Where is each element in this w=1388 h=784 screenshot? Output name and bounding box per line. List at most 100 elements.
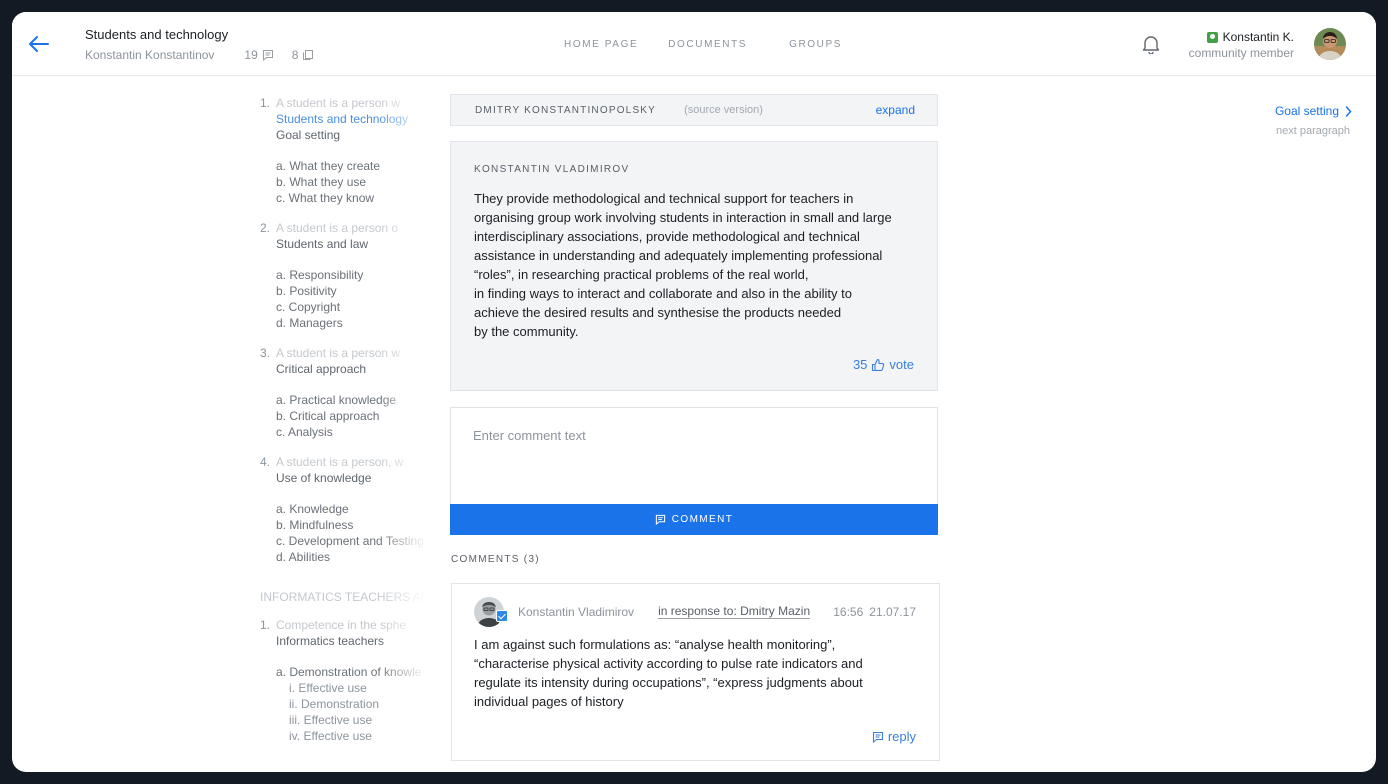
toc-topic[interactable]: Informatics teachers xyxy=(260,633,428,649)
toc-item[interactable]: a. What they create xyxy=(260,158,428,174)
in-response-link[interactable]: in response to: Dmitry Mazin xyxy=(658,605,811,619)
toc-inner: 1. A student is a person w Students and t… xyxy=(260,95,428,758)
proposal-author: KONSTANTIN VLADIMIROV xyxy=(474,164,630,175)
commenter-name[interactable]: Konstantin Vladimirov xyxy=(518,605,634,619)
toc-section: 1. A student is a person w Students and t… xyxy=(260,95,428,206)
toc-section-lead[interactable]: 4. A student is a person, w xyxy=(260,454,428,470)
next-paragraph-caption: next paragraph xyxy=(1276,125,1350,137)
toc-item[interactable]: a. Knowledge xyxy=(260,501,428,517)
chevron-right-icon xyxy=(1345,105,1352,117)
toc-number: 2. xyxy=(260,221,271,235)
comment-button-label: COMMENT xyxy=(671,514,734,525)
reply-label: reply xyxy=(887,729,916,744)
document-title: Students and technology xyxy=(85,27,229,42)
toc-item[interactable]: a. Responsibility xyxy=(260,267,428,283)
comment-text: I am against such formulations as: “anal… xyxy=(474,637,863,709)
bell-icon[interactable] xyxy=(1142,34,1160,54)
toc-group-heading[interactable]: INFORMATICS TEACHERS AN xyxy=(260,589,428,605)
source-version-bar: DMITRY KONSTANTINOPOLSKY (source version… xyxy=(450,94,938,126)
reply-button[interactable]: reply xyxy=(872,729,916,744)
toc-subitem[interactable]: i. Effective use xyxy=(260,680,428,696)
nav-groups[interactable]: GROUPS xyxy=(789,39,842,50)
toc-topic[interactable]: Critical approach xyxy=(260,361,428,377)
toc-item[interactable]: d. Abilities xyxy=(260,549,428,565)
vote-count: 35 xyxy=(852,357,868,372)
toc-item[interactable]: c. Copyright xyxy=(260,299,428,315)
comment-count: 19 xyxy=(244,48,273,62)
toc-subitem[interactable]: ii. Demonstration xyxy=(260,696,428,712)
toc-topic-active[interactable]: Students and technology xyxy=(260,111,428,127)
reply-icon xyxy=(872,731,883,743)
comment-header: Konstantin Vladimirov in response to: Dm… xyxy=(474,597,916,627)
toc-number: 4. xyxy=(260,455,271,469)
toc-section: 3. A student is a person w Critical appro… xyxy=(260,345,428,440)
table-of-contents: 1. A student is a person w Students and t… xyxy=(260,95,428,758)
toc-section: 1. Competence in the sphe Informatics tea… xyxy=(260,617,428,744)
toc-gap xyxy=(260,579,428,589)
toc-gap xyxy=(260,252,428,267)
toc-item[interactable]: b. Mindfulness xyxy=(260,517,428,533)
toc-topic[interactable]: Use of knowledge xyxy=(260,470,428,486)
comment-input[interactable] xyxy=(473,428,915,488)
toc-gap xyxy=(260,377,428,392)
toc-item[interactable]: d. Managers xyxy=(260,315,428,331)
toc-item[interactable]: c. Analysis xyxy=(260,424,428,440)
nav-documents[interactable]: DOCUMENTS xyxy=(668,39,747,50)
document-author: Konstantin Konstantinov xyxy=(85,48,215,62)
expand-link[interactable]: expand xyxy=(876,103,915,117)
user-role: community member xyxy=(1188,46,1294,60)
toc-number: 1. xyxy=(260,618,271,632)
app-window: Students and technology Konstantin Konst… xyxy=(12,12,1376,772)
toc-section: 4. A student is a person, w Use of knowle… xyxy=(260,454,428,565)
toc-section-lead[interactable]: 1. A student is a person w xyxy=(260,95,428,111)
verified-check-icon xyxy=(496,610,508,622)
toc-item[interactable]: b. What they use xyxy=(260,174,428,190)
user-name: Konstantin K. xyxy=(1222,30,1294,44)
toc-gap xyxy=(260,649,428,664)
user-info[interactable]: Konstantin K. community member xyxy=(1189,30,1294,60)
toc-subitem[interactable]: iv. Effective use xyxy=(260,728,428,744)
source-author: DMITRY KONSTANTINOPOLSKY xyxy=(475,104,657,116)
toc-item[interactable]: a. Practical knowledge xyxy=(260,392,428,408)
thumbs-up-icon xyxy=(872,358,885,371)
user-avatar[interactable] xyxy=(1314,28,1346,60)
toc-lead-text: A student is a person w xyxy=(276,346,401,360)
toc-lead-text: Competence in the sphe xyxy=(276,618,407,632)
comments-heading: COMMENTS (3) xyxy=(451,554,540,565)
toc-section-lead[interactable]: 3. A student is a person w xyxy=(260,345,428,361)
comment-count-value: 19 xyxy=(244,48,258,62)
nav-home-page[interactable]: HOME PAGE xyxy=(564,39,638,50)
toc-section-lead[interactable]: 1. Competence in the sphe xyxy=(260,617,428,633)
vote-button[interactable]: 35 vote xyxy=(853,357,914,372)
toc-section: 2. A student is a person o Students and l… xyxy=(260,220,428,331)
toc-lead-text: A student is a person w xyxy=(276,96,401,110)
toc-gap xyxy=(260,143,428,158)
back-arrow-icon[interactable] xyxy=(28,34,50,54)
documents-icon xyxy=(303,50,314,60)
toc-item[interactable]: a. Demonstration of knowle xyxy=(260,664,428,680)
toc-section-lead[interactable]: 2. A student is a person o xyxy=(260,220,428,236)
comment-form xyxy=(450,407,938,505)
toc-item[interactable]: b. Positivity xyxy=(260,283,428,299)
toc-lead-text: A student is a person o xyxy=(276,221,399,235)
comment-icon xyxy=(655,514,665,525)
toc-item[interactable]: b. Critical approach xyxy=(260,408,428,424)
top-header: Students and technology Konstantin Konst… xyxy=(12,12,1376,76)
next-paragraph-title: Goal setting xyxy=(1274,104,1339,118)
comment-submit-button[interactable]: COMMENT xyxy=(450,504,938,535)
toc-subitem[interactable]: iii. Effective use xyxy=(260,712,428,728)
vote-label: vote xyxy=(889,357,914,372)
toc-item[interactable]: c. Development and Testing xyxy=(260,533,428,549)
document-count-value: 8 xyxy=(291,48,299,62)
toc-item[interactable]: c. What they know xyxy=(260,190,428,206)
main-nav: HOME PAGE DOCUMENTS GROUPS xyxy=(564,39,842,50)
comment-time: 16:56 xyxy=(833,605,864,619)
document-count: 8 xyxy=(292,48,315,62)
toc-topic[interactable]: Students and law xyxy=(260,236,428,252)
member-badge-icon xyxy=(1206,31,1218,43)
toc-number: 1. xyxy=(260,96,271,110)
toc-topic[interactable]: Goal setting xyxy=(260,127,428,143)
proposal-text: They provide methodological and technica… xyxy=(474,191,892,339)
toc-gap xyxy=(260,486,428,501)
next-paragraph-link[interactable]: Goal setting xyxy=(1275,104,1352,118)
